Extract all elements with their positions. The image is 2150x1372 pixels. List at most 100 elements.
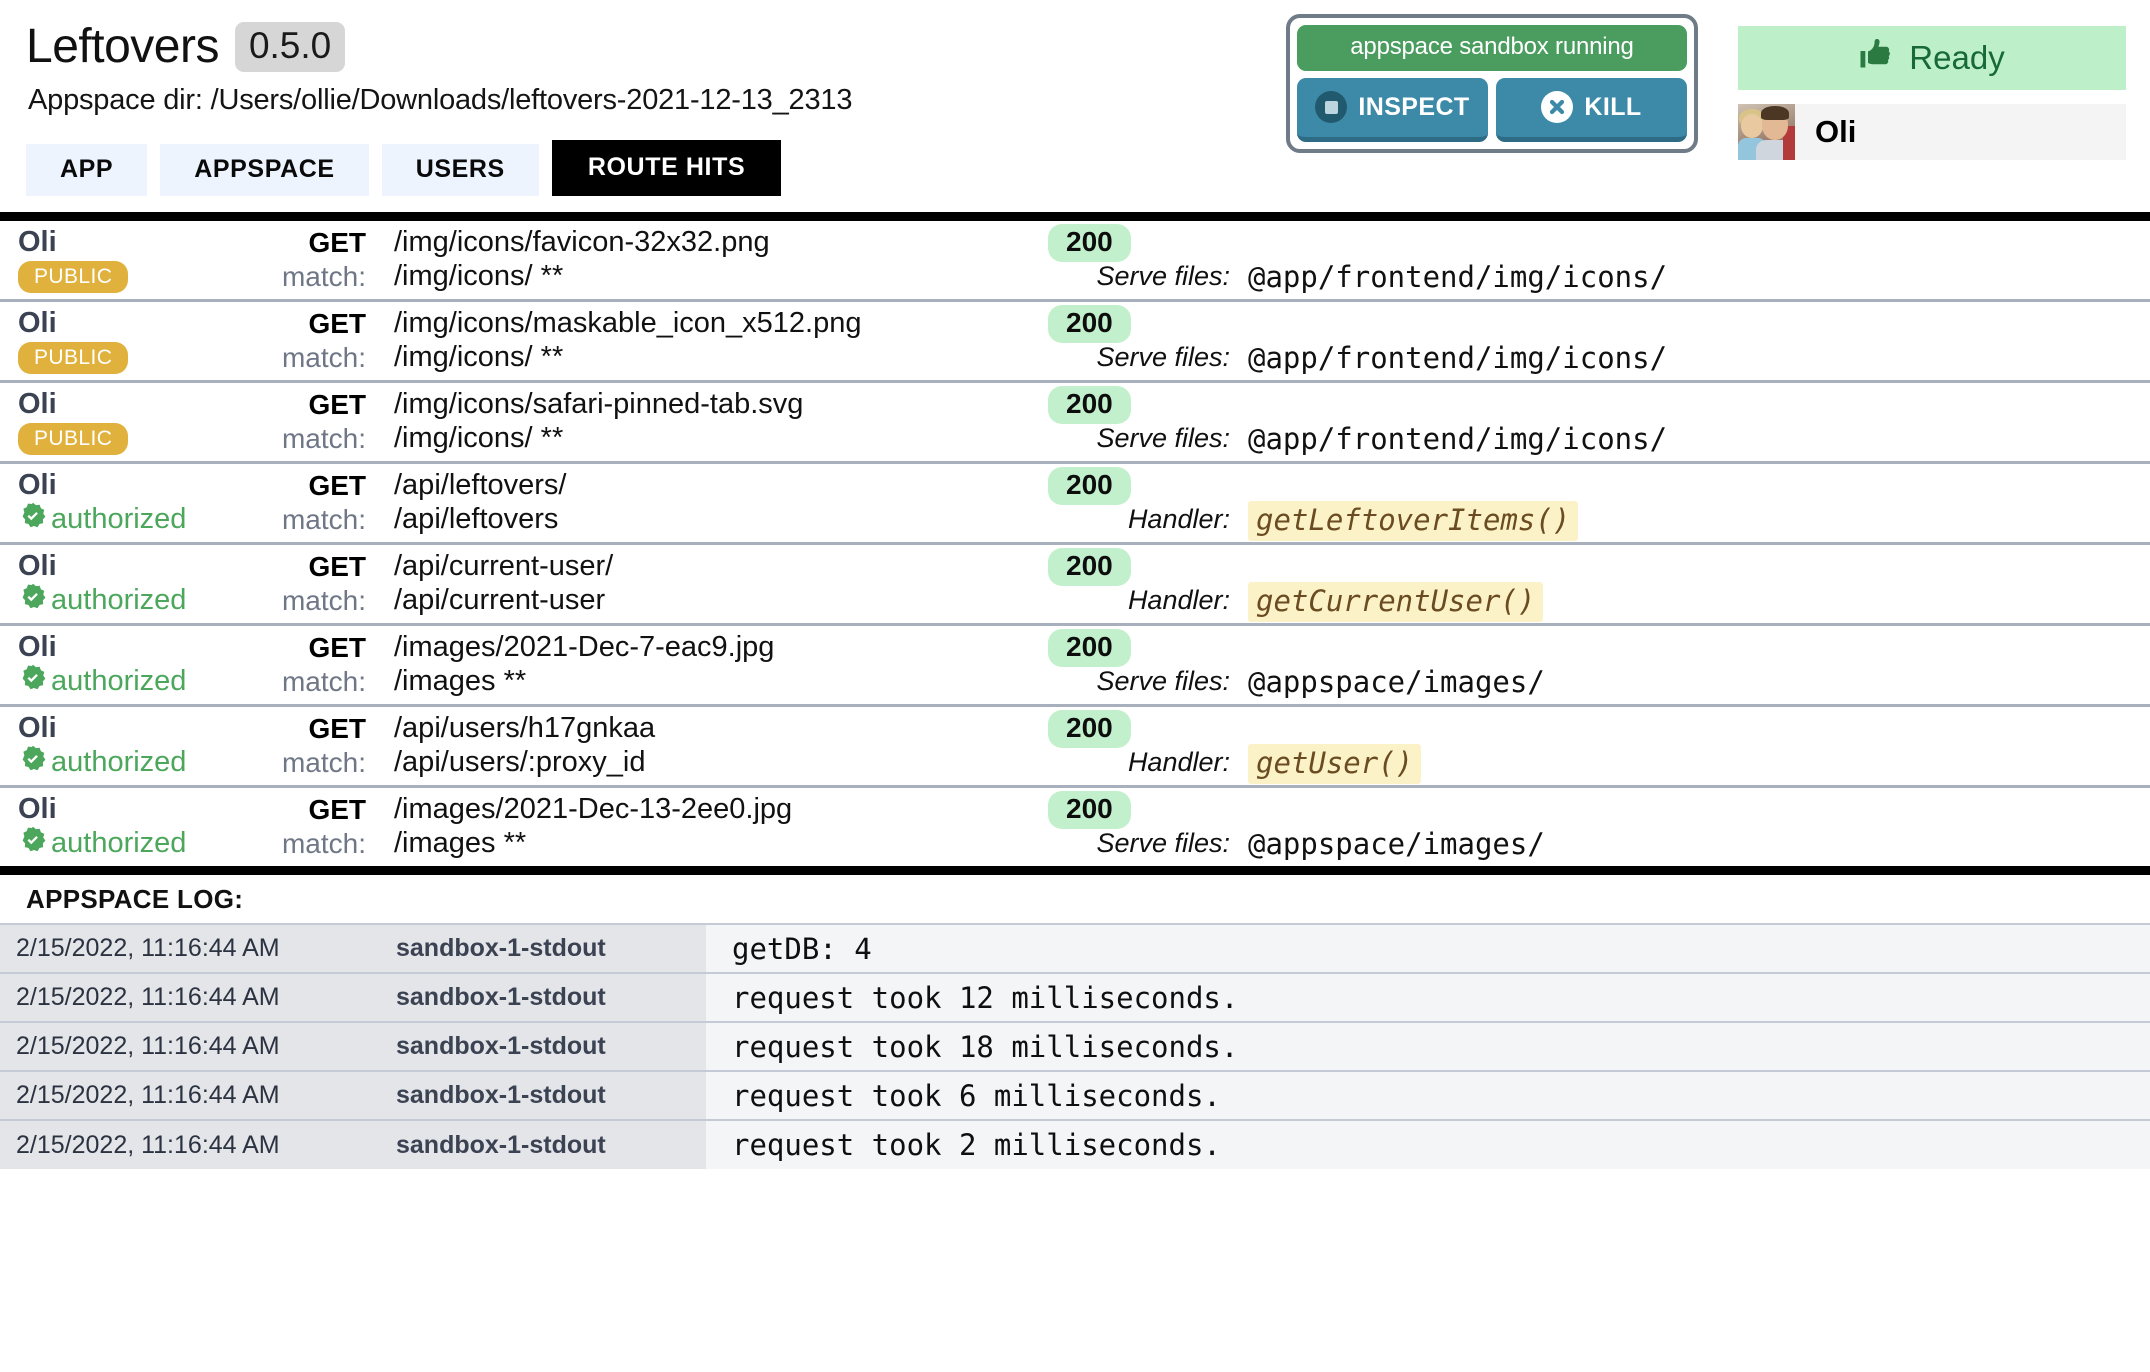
status-code-badge: 200	[1048, 790, 1131, 829]
route-hit-request-line: Oli GET/img/icons/safari-pinned-tab.svg 20…	[0, 383, 2150, 424]
route-hit-request-line: Oli GET/api/users/h17gnkaa 200	[0, 707, 2150, 748]
route-hit-path: /api/current-user/	[394, 550, 614, 582]
route-match-pattern: /api/current-user	[394, 584, 606, 616]
log-message: getDB: 4	[706, 923, 2150, 973]
route-hit-status: 200	[1028, 709, 1248, 748]
authorized-label: authorized	[51, 584, 187, 616]
route-hit-row[interactable]: Oli GET/api/leftovers/200 authorized match:…	[0, 464, 2150, 545]
route-servefiles-value: @appspace/images/	[1248, 664, 1545, 699]
route-target-label: Serve files:	[1096, 666, 1230, 696]
log-timestamp: 2/15/2022, 11:16:44 AM	[0, 1119, 396, 1169]
route-match-pattern: /images **	[394, 827, 527, 859]
log-row: 2/15/2022, 11:16:44 AM sandbox-1-stdout re…	[0, 1070, 2150, 1120]
route-hit-detail-line: authorized match: /api/users/:proxy_id Hand…	[0, 743, 2150, 785]
route-hit-path: /images/2021-Dec-13-2ee0.jpg	[394, 793, 793, 825]
route-target-label: Serve files:	[1096, 828, 1230, 858]
route-hit-auth: PUBLIC	[18, 422, 280, 455]
route-servefiles-value: @app/frontend/img/icons/	[1248, 259, 1668, 294]
route-hit-row[interactable]: Oli GET/api/current-user/200 authorized mat…	[0, 545, 2150, 626]
route-hit-status: 200	[1028, 223, 1248, 262]
route-match-pattern: /images **	[394, 665, 527, 697]
tab-users[interactable]: USERS	[381, 144, 539, 196]
log-source: sandbox-1-stdout	[396, 972, 706, 1022]
route-hit-status: 200	[1028, 790, 1248, 829]
route-hit-method: GET	[308, 793, 366, 825]
route-match-label: match:	[281, 503, 366, 535]
tab-appspace[interactable]: APPSPACE	[160, 144, 369, 196]
route-servefiles-value: @app/frontend/img/icons/	[1248, 340, 1668, 375]
route-target-label: Handler:	[1127, 585, 1230, 615]
route-hit-user: Oli	[18, 550, 57, 582]
log-divider	[0, 866, 2150, 875]
route-hit-request-line: Oli GET/img/icons/maskable_icon_x512.png 2…	[0, 302, 2150, 343]
route-target: @app/frontend/img/icons/	[1248, 341, 2128, 375]
route-hit-row[interactable]: Oli GET/images/2021-Dec-7-eac9.jpg 200 auth…	[0, 626, 2150, 707]
route-match-pattern: /img/icons/ **	[394, 422, 564, 454]
verified-check-icon	[18, 663, 48, 701]
route-hit-status: 200	[1028, 385, 1248, 424]
route-hit-row[interactable]: Oli GET/img/icons/maskable_icon_x512.png 2…	[0, 302, 2150, 383]
route-handler-value: getUser()	[1248, 743, 1422, 784]
verified-check-icon	[18, 825, 48, 863]
status-code-badge: 200	[1048, 709, 1131, 748]
route-hit-auth: PUBLIC	[18, 260, 280, 293]
status-code-badge: 200	[1048, 223, 1131, 262]
route-hit-status: 200	[1028, 547, 1248, 586]
log-source: sandbox-1-stdout	[396, 1119, 706, 1169]
route-hit-auth: authorized	[18, 744, 280, 782]
route-hit-row[interactable]: Oli GET/img/icons/favicon-32x32.png 200 PUB…	[0, 221, 2150, 302]
route-hit-row[interactable]: Oli GET/images/2021-Dec-13-2ee0.jpg 200 aut…	[0, 788, 2150, 866]
route-target: @appspace/images/	[1248, 665, 2128, 699]
route-hit-request-line: Oli GET/images/2021-Dec-13-2ee0.jpg 200	[0, 788, 2150, 829]
inspect-button-label: INSPECT	[1358, 92, 1470, 121]
route-hit-method: GET	[308, 226, 366, 258]
route-hit-row[interactable]: Oli GET/img/icons/safari-pinned-tab.svg 20…	[0, 383, 2150, 464]
authorized-status: authorized	[18, 501, 186, 539]
authorized-label: authorized	[51, 503, 187, 535]
log-message: request took 18 milliseconds.	[706, 1021, 2150, 1071]
inspect-button[interactable]: INSPECT	[1297, 78, 1488, 142]
authorized-label: authorized	[51, 665, 187, 697]
tab-app[interactable]: APP	[26, 144, 148, 196]
route-hit-user: Oli	[18, 226, 57, 258]
route-target-label: Serve files:	[1096, 342, 1230, 372]
verified-check-icon	[18, 744, 48, 782]
authorized-status: authorized	[18, 663, 186, 701]
route-hit-user: Oli	[18, 469, 57, 501]
ready-label: Ready	[1909, 39, 2005, 76]
route-hit-row[interactable]: Oli GET/api/users/h17gnkaa 200 authorized ma…	[0, 707, 2150, 788]
status-code-badge: 200	[1048, 628, 1131, 667]
current-user-bar[interactable]: Oli	[1738, 104, 2126, 160]
kill-button-label: KILL	[1584, 92, 1642, 121]
route-hit-request-line: Oli GET/img/icons/favicon-32x32.png 200	[0, 221, 2150, 262]
route-hit-auth: authorized	[18, 825, 280, 863]
kill-button[interactable]: KILL	[1496, 78, 1687, 142]
route-match-label: match:	[281, 584, 366, 616]
verified-check-icon	[18, 501, 48, 539]
route-hit-detail-line: authorized match: /api/current-user Handler…	[0, 581, 2150, 623]
route-hit-detail-line: authorized match: /images ** Serve files: @a…	[0, 825, 2150, 866]
authorized-label: authorized	[51, 746, 187, 778]
route-hit-method: GET	[308, 631, 366, 663]
route-hits-list: Oli GET/img/icons/favicon-32x32.png 200 PUB…	[0, 221, 2150, 866]
route-hit-method: GET	[308, 388, 366, 420]
route-target: getLeftoverItems()	[1248, 500, 2128, 541]
route-hit-status: 200	[1028, 304, 1248, 343]
route-hit-status: 200	[1028, 628, 1248, 667]
log-timestamp: 2/15/2022, 11:16:44 AM	[0, 1070, 396, 1120]
route-target: getUser()	[1248, 743, 2128, 784]
log-timestamp: 2/15/2022, 11:16:44 AM	[0, 923, 396, 973]
verified-check-icon	[18, 582, 48, 620]
route-target-label: Handler:	[1127, 747, 1230, 777]
route-hit-path: /api/leftovers/	[394, 469, 567, 501]
status-code-badge: 200	[1048, 304, 1131, 343]
route-handler-value: getCurrentUser()	[1248, 581, 1544, 622]
status-badge-ready: Ready	[1738, 26, 2126, 90]
log-message: request took 12 milliseconds.	[706, 972, 2150, 1022]
log-row: 2/15/2022, 11:16:44 AM sandbox-1-stdout re…	[0, 972, 2150, 1022]
appspace-log-table: 2/15/2022, 11:16:44 AM sandbox-1-stdout ge…	[0, 923, 2150, 1169]
route-hit-detail-line: authorized match: /images ** Serve files: @a…	[0, 663, 2150, 704]
tab-route-hits[interactable]: ROUTE HITS	[551, 140, 782, 196]
log-message: request took 6 milliseconds.	[706, 1070, 2150, 1120]
log-timestamp: 2/15/2022, 11:16:44 AM	[0, 972, 396, 1022]
